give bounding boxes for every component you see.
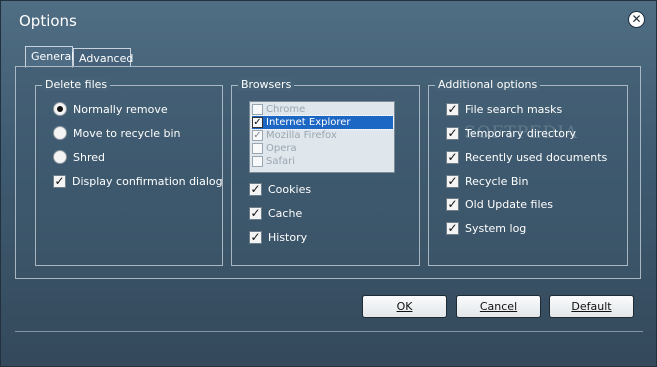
radio-normally-remove[interactable]: Normally remove [53,101,168,117]
radio-label: Move to recycle bin [73,126,181,140]
radio-button[interactable] [53,126,67,140]
radio-button[interactable] [53,150,67,164]
checkbox[interactable]: ✓ [252,117,263,128]
checkbox-system-log[interactable]: ✓ System log [446,220,526,236]
browsers-listbox[interactable]: Chrome ✓ Internet Explorer ✓ Mozilla Fir… [249,101,395,173]
checkbox-recently-used-documents[interactable]: ✓ Recently used documents [446,149,607,165]
checkbox-file-search-masks[interactable]: ✓ File search masks [446,101,562,117]
radio-label: Normally remove [73,102,168,116]
tab-general[interactable]: General [25,46,74,68]
checkbox-display-confirmation[interactable]: ✓ Display confirmation dialog [53,173,223,189]
checkbox[interactable]: ✓ [446,126,459,140]
default-button[interactable]: Default [549,295,634,318]
radio-label: Shred [73,150,105,164]
checkbox-label: Cookies [268,182,312,196]
list-item-label: Safari [266,156,296,167]
radio-shred[interactable]: Shred [53,149,105,165]
cancel-button[interactable]: Cancel [456,295,541,318]
checkbox-label: Recently used documents [465,150,608,164]
ok-button[interactable]: OK [362,295,447,318]
tab-advanced[interactable]: Advanced [73,48,133,67]
checkbox[interactable]: ✓ [446,102,459,116]
radio-move-to-recycle-bin[interactable]: Move to recycle bin [53,125,181,141]
window-title: Options [19,12,77,30]
checkbox-cookies[interactable]: ✓ Cookies [249,181,311,197]
checkbox[interactable]: ✓ [252,130,263,141]
radio-button[interactable] [53,102,67,116]
list-item-label: Mozilla Firefox [266,130,337,141]
checkbox[interactable]: ✓ [446,174,459,188]
browser-item-internet-explorer[interactable]: ✓ Internet Explorer [251,115,394,130]
delete-files-title: Delete files [42,78,111,91]
checkbox-label: Cache [268,206,303,220]
close-button[interactable]: ✕ [628,11,645,28]
close-icon: ✕ [631,12,642,26]
browser-item-mozilla-firefox[interactable]: ✓ Mozilla Firefox [252,129,393,142]
checkbox[interactable] [252,104,263,115]
checkbox[interactable] [252,156,263,167]
checkbox-history[interactable]: ✓ History [249,229,307,245]
options-dialog: Options ✕ General Advanced SOFTPEDIA Del… [0,0,657,367]
checkbox[interactable]: ✓ [446,221,459,235]
checkbox[interactable]: ✓ [249,230,262,244]
checkbox-old-update-files[interactable]: ✓ Old Update files [446,196,553,212]
checkbox[interactable]: ✓ [446,150,459,164]
list-item-label: Internet Explorer [266,117,351,128]
browser-item-chrome[interactable]: Chrome [252,103,393,116]
checkbox[interactable]: ✓ [249,182,262,196]
checkbox[interactable]: ✓ [53,174,66,188]
checkbox-label: Display confirmation dialog [72,174,223,188]
checkbox[interactable]: ✓ [249,206,262,220]
checkbox-label: Recycle Bin [465,174,529,188]
checkbox-temporary-directory[interactable]: ✓ Temporary directory [446,125,576,141]
browser-item-safari[interactable]: Safari [252,155,393,168]
browser-item-opera[interactable]: Opera [252,142,393,155]
checkbox-label: System log [465,221,527,235]
checkbox-label: Old Update files [465,197,554,211]
checkbox[interactable] [252,143,263,154]
footer-divider [15,331,643,332]
checkbox-label: Temporary directory [465,126,577,140]
list-item-label: Opera [266,143,297,154]
checkbox-label: History [268,230,308,244]
checkbox-cache[interactable]: ✓ Cache [249,205,302,221]
browsers-title: Browsers [238,78,295,91]
checkbox-label: File search masks [465,102,563,116]
checkbox[interactable]: ✓ [446,197,459,211]
list-item-label: Chrome [266,104,306,115]
checkbox-recycle-bin[interactable]: ✓ Recycle Bin [446,173,528,189]
additional-options-title: Additional options [435,78,541,91]
